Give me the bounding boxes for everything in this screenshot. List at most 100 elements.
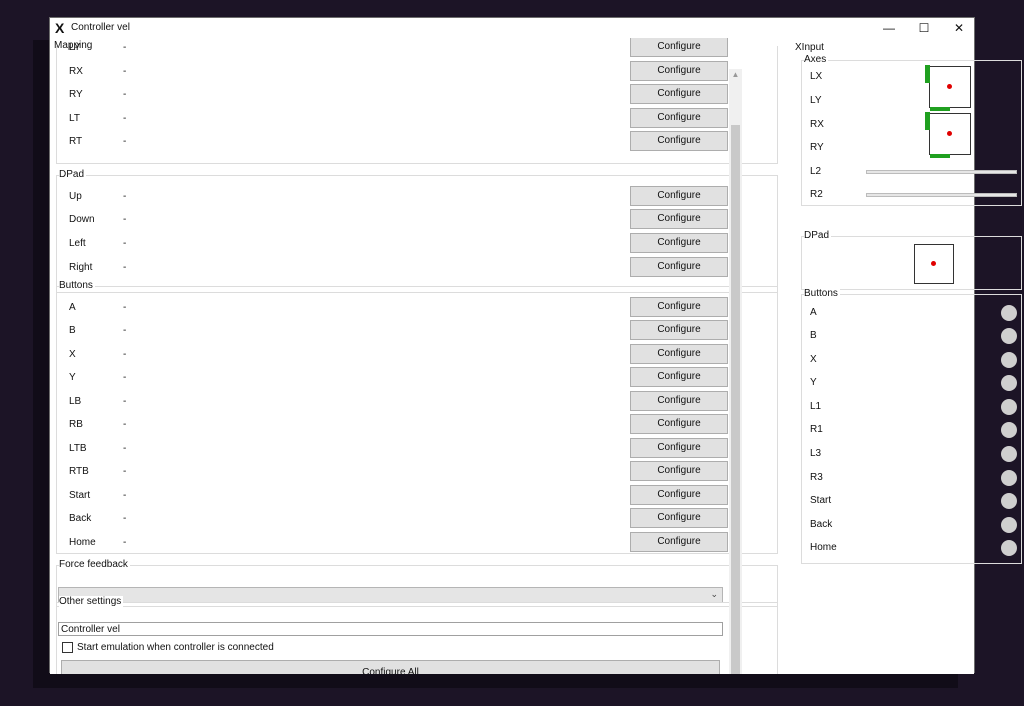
xinput-button-row: R3 [802, 468, 1021, 488]
r2-trigger-bar [866, 193, 1017, 197]
configure-button[interactable]: Configure [630, 391, 728, 411]
axes-label: Axes [804, 54, 829, 66]
configure-button[interactable]: Configure [630, 38, 728, 57]
configure-button[interactable]: Configure [630, 438, 728, 458]
axis-name: LY [810, 95, 822, 106]
configure-button[interactable]: Configure [630, 367, 728, 387]
minimize-button[interactable]: — [872, 18, 906, 38]
close-button[interactable]: ✕ [942, 18, 976, 38]
button-row: Start - Configure [57, 484, 777, 507]
button-row-name: RTB [69, 466, 89, 477]
dpad-group: DPad Up - Configure Down - Configure Lef… [56, 169, 778, 293]
xinput-button-name: B [810, 330, 817, 341]
button-row: B - Configure [57, 319, 777, 342]
button-row-value: - [123, 513, 127, 524]
xinput-dpad-label: DPad [804, 230, 832, 242]
button-row-name: Back [69, 513, 92, 524]
xinput-button-name: R1 [810, 424, 823, 435]
right-stick-indicator [925, 112, 971, 158]
mapping-row-value: - [123, 42, 127, 53]
configure-button[interactable]: Configure [630, 233, 728, 253]
xinput-button-name: X [810, 354, 817, 365]
right-stick-y-bar [925, 112, 930, 130]
xinput-button-row: B [802, 326, 1021, 346]
button-row: Home - Configure [57, 531, 777, 554]
buttons-group-label: Buttons [59, 280, 95, 292]
xinput-button-name: A [810, 307, 817, 318]
dpad-row-value: - [123, 262, 127, 273]
configure-button[interactable]: Configure [630, 84, 728, 104]
title-bar[interactable]: X Controller vel — ☐ ✕ [50, 18, 974, 38]
axis-name: RX [810, 119, 824, 130]
button-row: RB - Configure [57, 413, 777, 436]
chevron-down-icon: ⌄ [710, 589, 718, 599]
dpad-row-name: Right [69, 262, 93, 273]
xinput-button-row: A [802, 303, 1021, 323]
xinput-button-row: R1 [802, 420, 1021, 440]
button-row-name: Start [69, 490, 91, 501]
button-state-led [1001, 446, 1017, 462]
mapping-panel: Mapping LY - Configure RX - Configure RY… [50, 38, 793, 674]
mapping-row-value: - [123, 113, 127, 124]
xinput-buttons-group: Buttons A B X Y L1 R1 L3 R3 Start Back H… [801, 288, 1022, 564]
configure-button[interactable]: Configure [630, 209, 728, 229]
axis-name: RY [810, 142, 824, 153]
button-state-led [1001, 328, 1017, 344]
xinput-button-row: L3 [802, 444, 1021, 464]
configure-button[interactable]: Configure [630, 344, 728, 364]
dpad-row-name: Down [69, 214, 95, 225]
xinput-dpad-group: DPad [801, 230, 1022, 290]
configure-button[interactable]: Configure [630, 532, 728, 552]
button-row-name: Y [69, 372, 76, 383]
button-state-led [1001, 352, 1017, 368]
button-state-led [1001, 540, 1017, 556]
dpad-row: Right - Configure [57, 256, 777, 279]
button-row-value: - [123, 372, 127, 383]
button-row: RTB - Configure [57, 460, 777, 483]
configure-button[interactable]: Configure [630, 186, 728, 206]
start-emulation-checkbox[interactable] [62, 642, 73, 653]
maximize-button[interactable]: ☐ [907, 18, 941, 38]
mapping-row: LT - Configure [57, 107, 777, 130]
app-icon: X [55, 20, 65, 36]
button-row: Back - Configure [57, 507, 777, 530]
configure-button[interactable]: Configure [630, 257, 728, 277]
configure-button[interactable]: Configure [630, 297, 728, 317]
start-emulation-label: Start emulation when controller is conne… [77, 642, 274, 653]
configure-button[interactable]: Configure [630, 508, 728, 528]
button-row-value: - [123, 302, 127, 313]
button-state-led [1001, 470, 1017, 486]
controller-name-field[interactable] [58, 622, 723, 636]
axis-name: LX [810, 71, 823, 82]
configure-button[interactable]: Configure [630, 61, 728, 81]
app-window: X Controller vel — ☐ ✕ Mapping LY - Conf… [49, 17, 1022, 674]
button-row: LTB - Configure [57, 437, 777, 460]
scroll-up-icon[interactable]: ▲ [729, 69, 742, 81]
force-feedback-select[interactable]: ⌄ [58, 587, 723, 603]
dpad-row-value: - [123, 191, 127, 202]
button-state-led [1001, 422, 1017, 438]
dpad-row-name: Left [69, 238, 86, 249]
button-row-value: - [123, 349, 127, 360]
button-row-name: RB [69, 419, 83, 430]
mapping-group-label: Mapping [54, 40, 93, 51]
right-stick-position-dot [947, 131, 952, 136]
button-row-name: LTB [69, 443, 87, 454]
xinput-button-name: L1 [810, 401, 822, 412]
button-row-value: - [123, 466, 127, 477]
configure-button[interactable]: Configure [630, 485, 728, 505]
dpad-row-name: Up [69, 191, 82, 202]
button-row: LB - Configure [57, 390, 777, 413]
configure-button[interactable]: Configure [630, 414, 728, 434]
button-row-name: X [69, 349, 76, 360]
configure-button[interactable]: Configure [630, 108, 728, 128]
dpad-row: Left - Configure [57, 232, 777, 255]
button-state-led [1001, 375, 1017, 391]
scrollbar-thumb[interactable] [731, 125, 740, 674]
button-row-value: - [123, 537, 127, 548]
configure-all-button[interactable]: Configure All [61, 660, 720, 674]
vertical-scrollbar[interactable]: ▲ ▼ [729, 69, 742, 674]
configure-button[interactable]: Configure [630, 131, 728, 151]
configure-button[interactable]: Configure [630, 320, 728, 340]
configure-button[interactable]: Configure [630, 461, 728, 481]
